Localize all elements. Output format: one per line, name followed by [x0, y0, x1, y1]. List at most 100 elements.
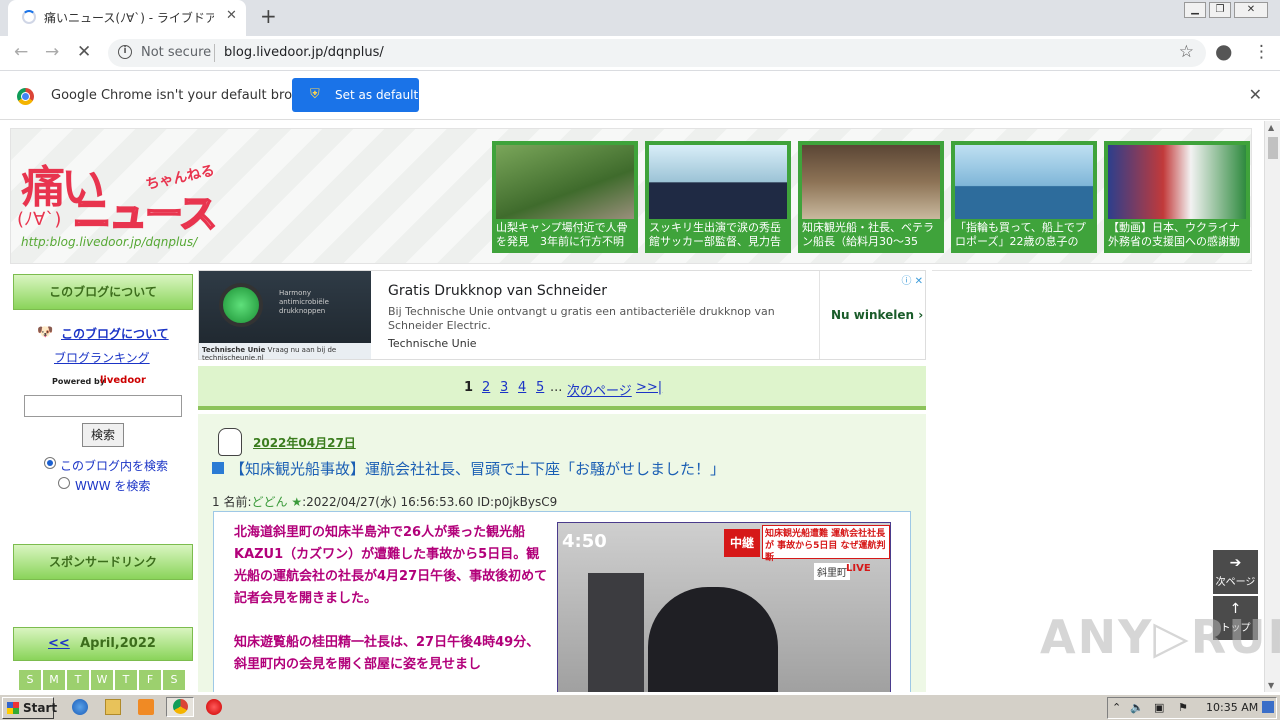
header-thumb-2[interactable]: スッキリ生出演で涙の秀岳館サッカー部監督、見力告 — [645, 141, 791, 253]
thumb-caption: スッキリ生出演で涙の秀岳館サッカー部監督、見力告 — [649, 221, 781, 248]
push-button-image — [219, 283, 263, 327]
new-tab-button[interactable]: + — [260, 4, 277, 28]
calendar-day-header: W — [91, 670, 113, 690]
profile-icon[interactable]: ● — [1215, 39, 1232, 63]
url-text[interactable]: blog.livedoor.jp/dqnplus/ — [224, 45, 384, 60]
maximize-button[interactable]: ❐ — [1209, 2, 1231, 18]
tab-active[interactable]: 痛いニュース(ﾉ∀`) - ライブドアブログ ✕ — [8, 0, 246, 36]
next-page-link[interactable]: 次のページ — [567, 380, 632, 399]
explorer-icon[interactable] — [105, 699, 121, 715]
security-label: Not secure — [141, 45, 212, 60]
header-thumb-4[interactable]: 「指輪も買って、船上でプロポーズ」22歳の息子の — [951, 141, 1097, 253]
chrome-taskbar-button[interactable] — [166, 697, 194, 717]
thumb-caption: 【動画】日本、ウクライナ外務省の支援国への感謝動 — [1108, 221, 1240, 248]
menu-icon[interactable]: ⋮ — [1253, 42, 1270, 62]
adchoices-icon[interactable]: ⓘ ✕ — [901, 272, 923, 287]
ad-divider — [819, 271, 820, 359]
forward-icon[interactable]: → — [45, 42, 59, 62]
about-link[interactable]: このブログについて — [61, 325, 169, 342]
stop-loading-icon[interactable]: ✕ — [77, 42, 91, 62]
infobar-message: Google Chrome isn't your default browser — [51, 88, 323, 103]
search-input[interactable] — [24, 395, 182, 417]
calendar-day-header: T — [115, 670, 137, 690]
meta-name: どどん ★ — [251, 495, 303, 509]
page-scrollbar[interactable]: ▲ ▼ — [1264, 121, 1280, 692]
close-window-button[interactable]: ✕ — [1234, 2, 1268, 18]
calendar-day-header: T — [67, 670, 89, 690]
powered-by-label: Powered by — [52, 377, 105, 386]
scroll-up-icon[interactable]: ▲ — [1268, 123, 1274, 132]
media-player-icon[interactable] — [138, 699, 154, 715]
volume-icon[interactable]: 🔈 — [1130, 701, 1144, 714]
chrome-icon — [173, 699, 188, 714]
ad-advertiser: Technische Unie — [388, 337, 477, 350]
calendar-prev-link[interactable]: << — [48, 628, 70, 660]
tab-strip: 痛いニュース(ﾉ∀`) - ライブドアブログ ✕ + ▁ ❐ ✕ — [0, 0, 1280, 36]
scroll-down-icon[interactable]: ▼ — [1268, 681, 1274, 690]
infobar-close-icon[interactable]: ✕ — [1249, 85, 1262, 104]
next-page-float-button[interactable]: ➔ 次ページ — [1213, 550, 1258, 594]
header-thumb-5[interactable]: 【動画】日本、ウクライナ外務省の支援国への感謝動 — [1104, 141, 1250, 253]
back-icon[interactable]: ← — [14, 42, 28, 62]
post-meta: 1 名前:どどん ★:2022/04/27(水) 16:56:53.60 ID:… — [212, 493, 557, 510]
chrome-logo-icon — [17, 88, 34, 105]
post-photo[interactable]: 4:50 中継 知床観光船遭難 運航会社社長が 事故から5日目 なぜ運航判断 斜… — [557, 522, 891, 692]
radio-blog[interactable] — [44, 457, 56, 469]
tab-title: 痛いニュース(ﾉ∀`) - ライブドアブログ — [44, 11, 214, 25]
post-title[interactable]: 【知床観光船事故】運航会社社長、冒頭で土下座「お騒がせしました！」 — [230, 458, 725, 479]
ranking-link[interactable]: ブログランキング — [54, 349, 150, 366]
calendar-day-header: S — [19, 670, 41, 690]
ad-cta-button[interactable]: Nu winkelen › — [831, 308, 923, 322]
last-page-link[interactable]: >>| — [636, 380, 662, 395]
page-link[interactable]: 3 — [500, 380, 508, 395]
ad-image[interactable]: Harmony antimicrobiële drukknoppen Techn… — [199, 271, 371, 362]
meta-prefix: 1 名前: — [212, 495, 252, 509]
ad-image-footer: Technische Unie Vraag nu aan bij de tech… — [199, 343, 371, 362]
tray-expand-icon[interactable]: ⌃ — [1112, 701, 1121, 714]
show-desktop-icon[interactable] — [1262, 701, 1274, 713]
minimize-button[interactable]: ▁ — [1184, 2, 1206, 18]
advertisement[interactable]: Harmony antimicrobiële drukknoppen Techn… — [198, 270, 926, 362]
start-button[interactable]: Start — [2, 697, 57, 719]
photo-clock: 4:50 — [562, 531, 607, 552]
ad-headline[interactable]: Gratis Drukknop van Schneider — [388, 283, 607, 299]
page-link[interactable]: 4 — [518, 380, 526, 395]
calendar-title: April,2022 — [80, 636, 156, 651]
set-default-button[interactable]: ⛨ Set as default — [292, 78, 419, 112]
ie-icon[interactable] — [72, 699, 88, 715]
post-date[interactable]: 2022年04月27日 — [253, 434, 356, 451]
bookmark-star-icon[interactable]: ☆ — [1179, 42, 1194, 62]
thumb-image — [496, 145, 634, 219]
photo-location: 斜里町 — [814, 563, 850, 580]
windows-logo-icon — [7, 702, 19, 714]
livedoor-logo[interactable]: livedoor — [100, 375, 146, 386]
address-bar[interactable]: i Not secure blog.livedoor.jp/dqnplus/ ☆ — [108, 39, 1206, 67]
calendar-header: << April,2022 — [13, 627, 193, 661]
default-browser-infobar: Google Chrome isn't your default browser… — [0, 72, 1280, 120]
stop-icon[interactable] — [206, 699, 222, 715]
blog-post: 2022年04月27日 【知床観光船事故】運航会社社長、冒頭で土下座「お騒がせし… — [198, 414, 926, 692]
set-default-label: Set as default — [335, 88, 419, 102]
next-page-float-label: 次ページ — [1215, 577, 1256, 588]
info-icon[interactable]: i — [118, 45, 132, 59]
radio-www[interactable] — [58, 477, 70, 489]
tab-close-icon[interactable]: ✕ — [226, 8, 237, 23]
header-thumb-3[interactable]: 知床観光船・社長、ベテラン船長（給料月30〜35 — [798, 141, 944, 253]
search-button[interactable]: 検索 — [82, 423, 124, 447]
post-title-icon — [212, 462, 224, 474]
browser-toolbar: ← → ✕ i Not secure blog.livedoor.jp/dqnp… — [0, 36, 1280, 71]
network-icon[interactable]: ▣ — [1154, 701, 1164, 714]
thumb-image — [649, 145, 787, 219]
meta-rest: :2022/04/27(水) 16:56:53.60 ID:p0jkBysC9 — [302, 495, 558, 509]
blog-logo[interactable]: 痛い ちゃんねる (ﾉ∀`) ニュース http:blog.livedoor.j… — [15, 145, 235, 255]
about-header: このブログについて — [13, 274, 193, 310]
page-link[interactable]: 2 — [482, 380, 490, 395]
flag-icon[interactable]: ⚑ — [1178, 701, 1188, 714]
page-link[interactable]: 5 — [536, 380, 544, 395]
post-paragraph: 知床遊覧船の桂田精一社長は、27日午後4時49分、斜里町内の会見を開く部屋に姿を… — [234, 635, 540, 672]
header-thumb-1[interactable]: 山梨キャンプ場付近で人骨を発見 3年前に行方不明 — [492, 141, 638, 253]
shield-icon: ⛨ — [310, 87, 320, 102]
post-paragraph: 北海道斜里町の知床半島沖で26人が乗った観光船KAZU1（カズワン）が遭難した事… — [234, 525, 548, 606]
scroll-thumb[interactable] — [1268, 137, 1278, 159]
thumb-image — [1108, 145, 1246, 219]
